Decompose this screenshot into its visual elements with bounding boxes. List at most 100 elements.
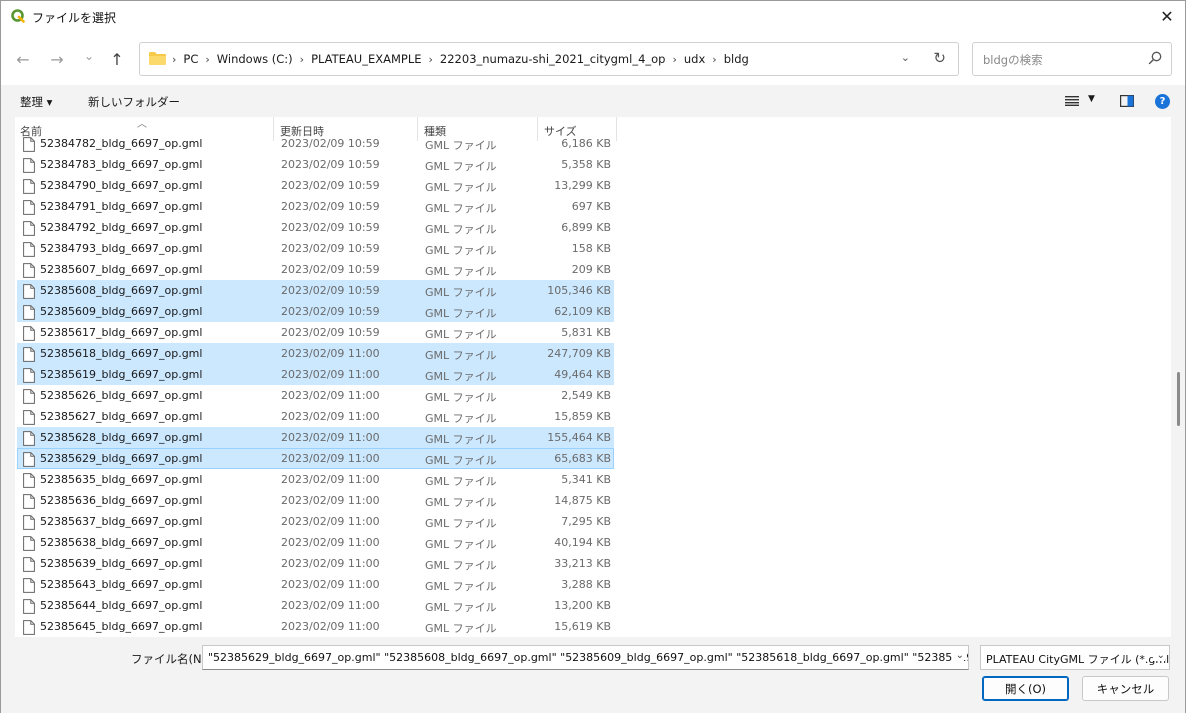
recent-locations-button[interactable]: ⌄ — [77, 45, 101, 67]
file-row[interactable]: 52385608_bldg_6697_op.gml 2023/02/09 10:5… — [17, 280, 614, 301]
view-dropdown-icon[interactable]: ▼ — [1088, 94, 1095, 104]
file-type: GML ファイル — [425, 433, 497, 446]
title-bar: ファイルを選択 ✕ — [1, 1, 1185, 32]
file-size: 247,709 KB — [547, 347, 611, 360]
file-type: GML ファイル — [425, 370, 497, 383]
file-list: ︿ 名前 更新日時 種類 サイズ 52384782_bldg_6697_op.g… — [15, 117, 1171, 637]
back-button[interactable]: ← — [11, 48, 35, 70]
file-name: 52385626_bldg_6697_op.gml — [40, 389, 203, 402]
file-row[interactable]: 52385644_bldg_6697_op.gml 2023/02/09 11:0… — [17, 595, 614, 616]
file-modified-date: 2023/02/09 11:00 — [281, 494, 380, 507]
file-type-value: PLATEAU CityGML ファイル (*.gml) — [986, 653, 1170, 666]
file-modified-date: 2023/02/09 10:59 — [281, 326, 380, 339]
view-options-icon[interactable] — [1065, 96, 1079, 106]
file-row[interactable]: 52385619_bldg_6697_op.gml 2023/02/09 11:0… — [17, 364, 614, 385]
column-divider[interactable] — [616, 117, 617, 141]
file-modified-date: 2023/02/09 11:00 — [281, 599, 380, 612]
close-icon: ✕ — [1160, 7, 1174, 26]
file-name: 52384782_bldg_6697_op.gml — [40, 137, 203, 150]
file-type: GML ファイル — [425, 328, 497, 341]
chevron-down-icon[interactable]: ⌄ — [951, 650, 964, 661]
file-row[interactable]: 52385629_bldg_6697_op.gml 2023/02/09 11:0… — [17, 448, 614, 469]
refresh-icon[interactable]: ↻ — [933, 49, 946, 67]
organize-menu-button[interactable]: 整理 ▾ — [20, 94, 52, 110]
file-name: 52385617_bldg_6697_op.gml — [40, 326, 203, 339]
file-row[interactable]: 52385607_bldg_6697_op.gml 2023/02/09 10:5… — [17, 259, 614, 280]
help-icon[interactable]: ? — [1155, 94, 1170, 109]
file-row[interactable]: 52385626_bldg_6697_op.gml 2023/02/09 11:0… — [17, 385, 614, 406]
vertical-scrollbar[interactable] — [1177, 372, 1180, 426]
chevron-down-icon[interactable]: ⌄ — [1152, 650, 1165, 661]
breadcrumb-item[interactable]: PLATEAU_EXAMPLE — [304, 52, 428, 66]
breadcrumb-item[interactable]: PC — [176, 52, 205, 66]
file-row[interactable]: 52385609_bldg_6697_op.gml 2023/02/09 10:5… — [17, 301, 614, 322]
folder-icon — [149, 52, 166, 65]
file-modified-date: 2023/02/09 11:00 — [281, 410, 380, 423]
file-type: GML ファイル — [425, 139, 497, 152]
filename-value: "52385629_bldg_6697_op.gml" "52385608_bl… — [208, 651, 968, 664]
up-button[interactable]: ↑ — [105, 48, 129, 70]
file-row[interactable]: 52385638_bldg_6697_op.gml 2023/02/09 11:0… — [17, 532, 614, 553]
breadcrumb-item[interactable]: udx — [677, 52, 712, 66]
file-name: 52385627_bldg_6697_op.gml — [40, 410, 203, 423]
file-size: 40,194 KB — [554, 536, 611, 549]
file-size: 49,464 KB — [554, 368, 611, 381]
file-modified-date: 2023/02/09 11:00 — [281, 452, 380, 465]
file-type: GML ファイル — [425, 307, 497, 320]
address-bar[interactable]: › PC › Windows (C:) › PLATEAU_EXAMPLE › … — [139, 42, 959, 76]
file-row[interactable]: 52385617_bldg_6697_op.gml 2023/02/09 10:5… — [17, 322, 614, 343]
new-folder-button[interactable]: 新しいフォルダー — [88, 94, 180, 110]
file-name: 52385629_bldg_6697_op.gml — [40, 452, 203, 465]
file-row[interactable]: 52384791_bldg_6697_op.gml 2023/02/09 10:5… — [17, 196, 614, 217]
file-row[interactable]: 52385645_bldg_6697_op.gml 2023/02/09 11:0… — [17, 616, 614, 637]
file-row[interactable]: 52384783_bldg_6697_op.gml 2023/02/09 10:5… — [17, 154, 614, 175]
file-name: 52384790_bldg_6697_op.gml — [40, 179, 203, 192]
cancel-button[interactable]: キャンセル — [1082, 676, 1169, 701]
file-size: 6,899 KB — [561, 221, 611, 234]
file-row[interactable]: 52385639_bldg_6697_op.gml 2023/02/09 11:0… — [17, 553, 614, 574]
file-modified-date: 2023/02/09 10:59 — [281, 242, 380, 255]
filename-input[interactable]: "52385629_bldg_6697_op.gml" "52385608_bl… — [202, 645, 969, 670]
file-row[interactable]: 52385637_bldg_6697_op.gml 2023/02/09 11:0… — [17, 511, 614, 532]
file-row[interactable]: 52385643_bldg_6697_op.gml 2023/02/09 11:0… — [17, 574, 614, 595]
file-name: 52385628_bldg_6697_op.gml — [40, 431, 203, 444]
close-button[interactable]: ✕ — [1149, 1, 1185, 32]
file-icon — [23, 284, 35, 299]
file-icon — [23, 158, 35, 173]
file-row[interactable]: 52384790_bldg_6697_op.gml 2023/02/09 10:5… — [17, 175, 614, 196]
breadcrumb-item[interactable]: 22203_numazu-shi_2021_citygml_4_op — [433, 52, 673, 66]
file-row[interactable]: 52384793_bldg_6697_op.gml 2023/02/09 10:5… — [17, 238, 614, 259]
preview-pane-icon[interactable] — [1120, 95, 1134, 107]
file-row[interactable]: 52385618_bldg_6697_op.gml 2023/02/09 11:0… — [17, 343, 614, 364]
file-icon — [23, 494, 35, 509]
file-name: 52385644_bldg_6697_op.gml — [40, 599, 203, 612]
open-button[interactable]: 開く(O) — [982, 676, 1069, 701]
file-type: GML ファイル — [425, 391, 497, 404]
search-icon — [1148, 51, 1162, 65]
file-row[interactable]: 52385635_bldg_6697_op.gml 2023/02/09 11:0… — [17, 469, 614, 490]
address-history-chevron-icon[interactable]: ⌄ — [901, 51, 910, 64]
file-size: 5,831 KB — [561, 326, 611, 339]
file-type: GML ファイル — [425, 349, 497, 362]
file-type: GML ファイル — [425, 496, 497, 509]
breadcrumb-item[interactable]: Windows (C:) — [210, 52, 300, 66]
search-input[interactable]: bldgの検索 — [972, 42, 1172, 76]
file-type-select[interactable]: PLATEAU CityGML ファイル (*.gml) ⌄ — [980, 645, 1170, 670]
file-row[interactable]: 52385628_bldg_6697_op.gml 2023/02/09 11:0… — [17, 427, 614, 448]
file-size: 5,341 KB — [561, 473, 611, 486]
file-row[interactable]: 52385636_bldg_6697_op.gml 2023/02/09 11:0… — [17, 490, 614, 511]
arrow-left-icon: ← — [16, 49, 30, 69]
file-type: GML ファイル — [425, 244, 497, 257]
file-modified-date: 2023/02/09 10:59 — [281, 284, 380, 297]
file-row[interactable]: 52385627_bldg_6697_op.gml 2023/02/09 11:0… — [17, 406, 614, 427]
file-row[interactable]: 52384792_bldg_6697_op.gml 2023/02/09 10:5… — [17, 217, 614, 238]
forward-button[interactable]: → — [45, 48, 69, 70]
file-size: 105,346 KB — [547, 284, 611, 297]
file-dialog: ファイルを選択 ✕ ← → ⌄ ↑ › PC › Windows (C:) › … — [0, 0, 1186, 713]
file-row[interactable]: 52384782_bldg_6697_op.gml 2023/02/09 10:5… — [17, 133, 614, 154]
file-size: 6,186 KB — [561, 137, 611, 150]
file-icon — [23, 599, 35, 614]
file-size: 3,288 KB — [561, 578, 611, 591]
breadcrumb-item[interactable]: bldg — [717, 52, 756, 66]
file-icon — [23, 221, 35, 236]
